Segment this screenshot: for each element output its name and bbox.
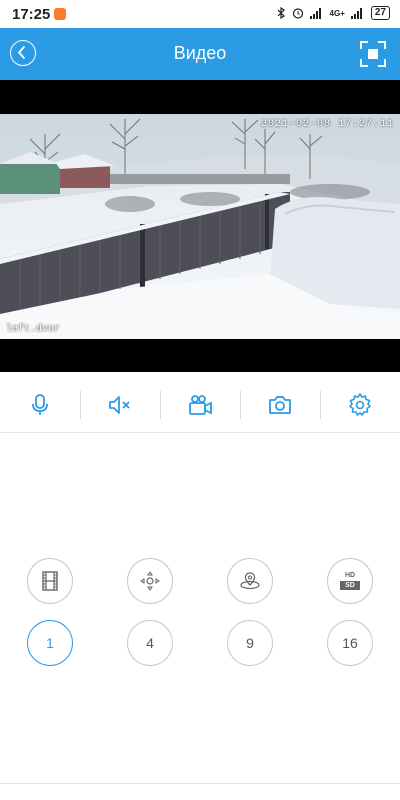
- snapshot-icon: [269, 396, 291, 414]
- camera-feed-image: [0, 114, 400, 339]
- film-icon: [42, 571, 58, 591]
- mute-button[interactable]: [80, 378, 160, 432]
- status-icons: 4G+ 27: [277, 6, 390, 20]
- microphone-button[interactable]: [0, 378, 80, 432]
- quality-toggle-button[interactable]: HD SD: [327, 558, 373, 604]
- page-title: Видео: [173, 43, 227, 63]
- camera-name-label: left.dvor: [6, 324, 61, 335]
- speaker-muted-icon: [109, 396, 130, 414]
- status-bar: 17:25 4G+ 27: [0, 0, 400, 28]
- sd-label: SD: [340, 581, 360, 590]
- layout-16-button[interactable]: 16: [327, 620, 373, 666]
- layout-9-button[interactable]: 9: [227, 620, 273, 666]
- alarm-icon: [292, 8, 303, 19]
- signal-icon-2: [350, 8, 362, 19]
- video-toolbar: [0, 378, 400, 433]
- layout-buttons-row: 1 4 9 16: [0, 620, 400, 666]
- snapshot-button[interactable]: [240, 378, 320, 432]
- record-button[interactable]: [160, 378, 240, 432]
- status-time: 17:25: [12, 6, 51, 23]
- video-record-icon: [189, 395, 212, 415]
- layout-1-button[interactable]: 1: [27, 620, 73, 666]
- network-type: 4G+: [329, 8, 345, 18]
- bottom-divider: [0, 783, 400, 784]
- fullscreen-icon: [360, 41, 386, 67]
- video-player[interactable]: 2021-02-08 17:27:11 left.dvor: [0, 80, 400, 372]
- fullscreen-button[interactable]: [360, 41, 386, 67]
- control-buttons-row: HD SD: [0, 558, 400, 604]
- direction-pad-icon: [140, 571, 160, 591]
- camera-feed[interactable]: 2021-02-08 17:27:11 left.dvor: [0, 114, 400, 339]
- hd-label: HD: [344, 572, 356, 579]
- header-bar: Видео: [0, 28, 400, 80]
- ptz-control-button[interactable]: [127, 558, 173, 604]
- cruise-button[interactable]: [227, 558, 273, 604]
- video-timestamp: 2021-02-08 17:27:11: [260, 119, 394, 130]
- battery-level: 27: [370, 6, 390, 20]
- signal-icon: [309, 8, 321, 19]
- location-orbit-icon: [240, 572, 260, 590]
- microphone-icon: [32, 394, 48, 415]
- app-notification-icon: [54, 8, 66, 20]
- playback-button[interactable]: [27, 558, 73, 604]
- layout-4-button[interactable]: 4: [127, 620, 173, 666]
- bluetooth-icon: [277, 7, 285, 19]
- settings-button[interactable]: [320, 378, 400, 432]
- settings-icon: [349, 393, 371, 416]
